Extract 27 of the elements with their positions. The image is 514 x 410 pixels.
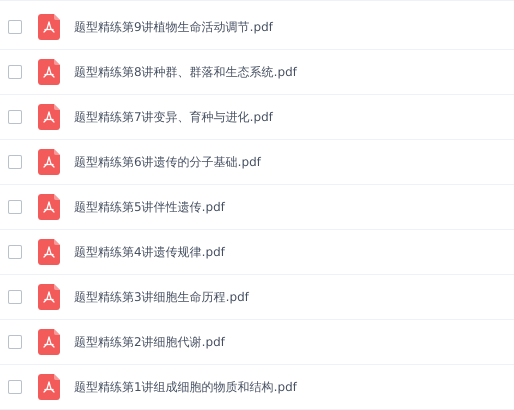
pdf-file-icon	[38, 194, 60, 220]
checkbox[interactable]	[8, 245, 22, 259]
checkbox[interactable]	[8, 20, 22, 34]
pdf-file-icon	[38, 59, 60, 85]
checkbox[interactable]	[8, 155, 22, 169]
pdf-file-icon	[38, 149, 60, 175]
pdf-file-icon	[38, 374, 60, 400]
file-name[interactable]: 题型精练第6讲遗传的分子基础.pdf	[74, 154, 261, 170]
pdf-file-icon	[38, 284, 60, 310]
file-name[interactable]: 题型精练第1讲组成细胞的物质和结构.pdf	[74, 378, 297, 396]
file-name[interactable]: 题型精练第3讲细胞生命历程.pdf	[74, 288, 249, 306]
checkbox[interactable]	[8, 290, 22, 304]
pdf-file-icon	[38, 14, 60, 40]
file-name[interactable]: 题型精练第7讲变异、育种与进化.pdf	[74, 108, 273, 126]
file-name[interactable]: 题型精练第2讲细胞代谢.pdf	[74, 334, 225, 350]
checkbox[interactable]	[8, 200, 22, 214]
file-name[interactable]: 题型精练第5讲伴性遗传.pdf	[74, 198, 225, 216]
file-name[interactable]: 题型精练第4讲遗传规律.pdf	[74, 244, 225, 260]
checkbox[interactable]	[8, 65, 22, 79]
pdf-file-icon	[38, 104, 60, 130]
checkbox[interactable]	[8, 335, 22, 349]
file-name[interactable]: 题型精练第8讲种群、群落和生态系统.pdf	[74, 64, 297, 80]
pdf-file-icon	[38, 239, 60, 265]
file-name[interactable]: 题型精练第9讲植物生命活动调节.pdf	[74, 18, 273, 36]
checkbox[interactable]	[8, 110, 22, 124]
pdf-file-icon	[38, 329, 60, 355]
checkbox[interactable]	[8, 380, 22, 394]
